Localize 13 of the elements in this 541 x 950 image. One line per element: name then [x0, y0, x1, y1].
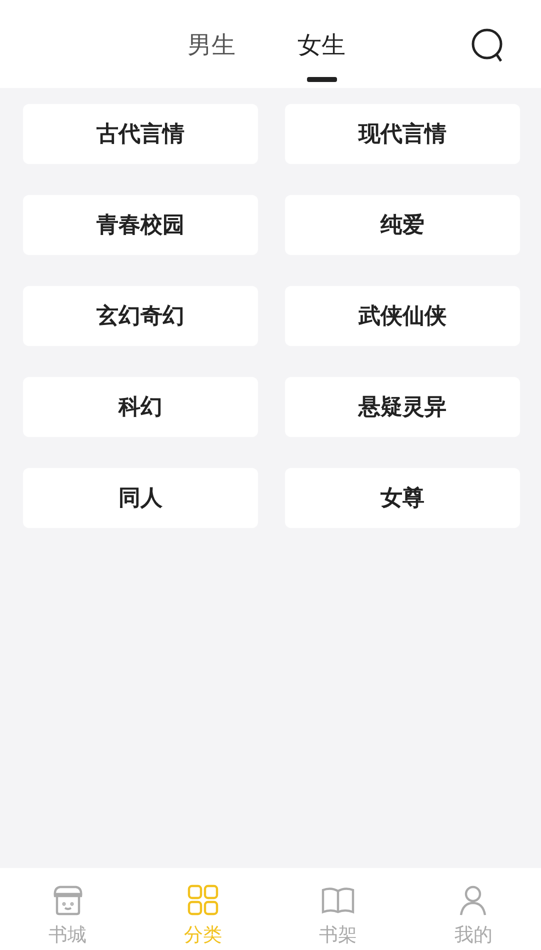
tab[interactable]: 男生	[188, 24, 236, 82]
search-icon[interactable]	[471, 28, 505, 64]
category-button[interactable]: 玄幻奇幻	[23, 286, 258, 346]
category-button[interactable]: 青春校园	[23, 195, 258, 255]
category-button[interactable]: 科幻	[23, 377, 258, 437]
category-button[interactable]: 纯爱	[285, 195, 520, 255]
category-button[interactable]: 古代言情	[23, 104, 258, 164]
category-button[interactable]: 同人	[23, 468, 258, 528]
category-button[interactable]: 现代言情	[285, 104, 520, 164]
category-button[interactable]: 武侠仙侠	[285, 286, 520, 346]
category-button[interactable]: 女尊	[285, 468, 520, 528]
category-button[interactable]: 悬疑灵异	[285, 377, 520, 437]
tab[interactable]: 女生	[298, 24, 346, 82]
